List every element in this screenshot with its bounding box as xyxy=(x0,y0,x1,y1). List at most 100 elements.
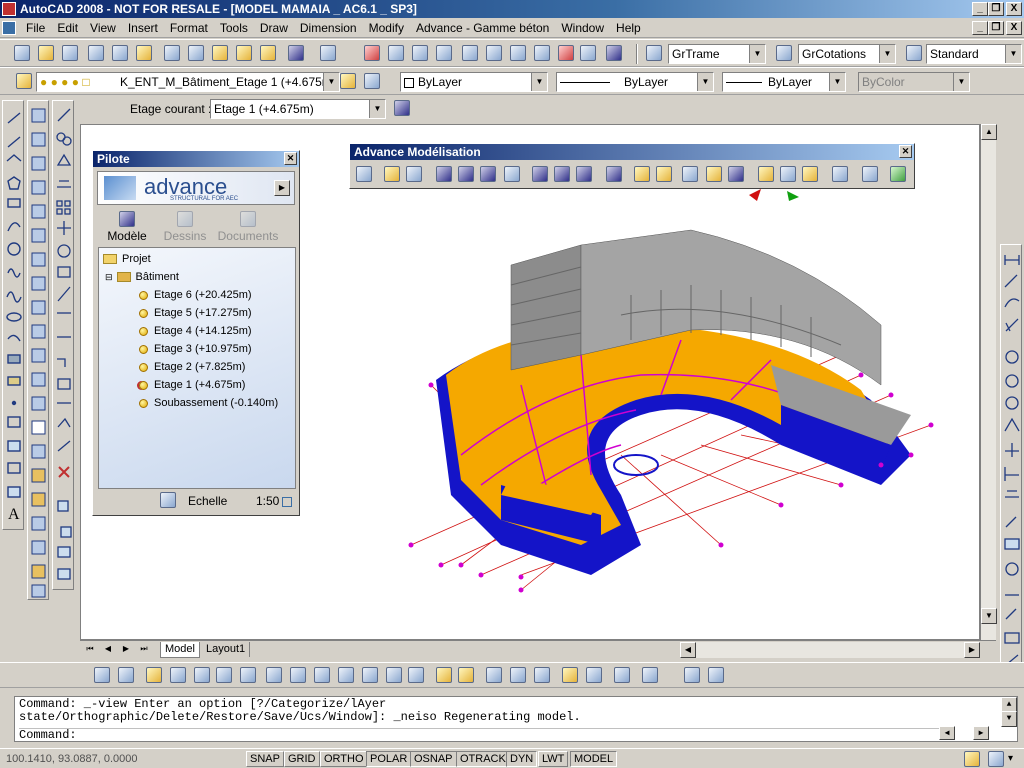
new-icon[interactable] xyxy=(14,45,30,61)
publish-icon[interactable] xyxy=(136,45,152,61)
layer-tool-icon[interactable] xyxy=(562,667,578,683)
chevron-down-icon[interactable]: ▼ xyxy=(323,73,339,91)
tree-node-batiment[interactable]: ⊟ Bâtiment xyxy=(105,270,179,284)
perpendicular-icon[interactable] xyxy=(314,667,330,683)
chevron-down-icon[interactable]: ▼ xyxy=(879,45,895,63)
doc-minimize-button[interactable]: _ xyxy=(972,21,988,35)
tree-node-etage-5[interactable]: Etage 5 (+17.275m) xyxy=(139,306,252,320)
chevron-down-icon[interactable]: ▼ xyxy=(369,100,385,118)
adv-footing-icon[interactable] xyxy=(554,166,570,182)
parallel-icon[interactable] xyxy=(338,667,354,683)
menu-tools[interactable]: Tools xyxy=(214,18,254,38)
distance-icon[interactable] xyxy=(586,667,602,683)
adv-floor-copy-icon[interactable] xyxy=(758,166,774,182)
tangent-icon[interactable] xyxy=(290,667,306,683)
menu-edit[interactable]: Edit xyxy=(51,18,84,38)
region-icon[interactable] xyxy=(614,667,630,683)
chevron-down-icon[interactable]: ▼ xyxy=(829,73,845,91)
adv-wall-icon[interactable] xyxy=(504,166,520,182)
text-style-icon[interactable] xyxy=(646,45,662,61)
collapse-icon[interactable]: ⊟ xyxy=(105,272,113,282)
zoom-snap-icon[interactable] xyxy=(486,667,502,683)
tab-documents[interactable]: Documents xyxy=(217,211,279,243)
model-toggle[interactable]: MODEL xyxy=(570,751,618,767)
menu-help[interactable]: Help xyxy=(610,18,647,38)
list-icon[interactable] xyxy=(642,667,658,683)
adv-slab-icon[interactable] xyxy=(458,166,474,182)
chevron-down-icon[interactable]: ▼ xyxy=(697,73,713,91)
plot-preview-icon[interactable] xyxy=(112,45,128,61)
first-tab-icon[interactable]: ⏮ xyxy=(82,642,98,658)
layer-manager-icon[interactable] xyxy=(16,73,32,89)
pan-icon[interactable] xyxy=(364,45,380,61)
scale-value[interactable]: 1:50 xyxy=(256,494,279,508)
plot-icon[interactable] xyxy=(88,45,104,61)
color-select[interactable]: ByLayer ▼ xyxy=(400,72,548,92)
center-snap-icon[interactable] xyxy=(240,667,256,683)
adv-opening-icon[interactable] xyxy=(606,166,622,182)
viewport-icon[interactable] xyxy=(94,667,110,683)
last-tab-icon[interactable]: ⏭ xyxy=(136,642,152,658)
adv-tool-icon[interactable] xyxy=(728,166,744,182)
quadrant-icon[interactable] xyxy=(266,667,282,683)
chevron-right-icon[interactable]: ▶ xyxy=(274,180,290,196)
etage-select[interactable]: Etage 1 (+4.675m) ▼ xyxy=(210,99,386,119)
tab-model[interactable]: Model xyxy=(160,642,200,658)
text-style-select[interactable]: GrTrame ▼ xyxy=(668,44,766,64)
adv-check-icon[interactable] xyxy=(890,166,906,182)
project-tree[interactable]: Projet ⊟ Bâtiment Etage 6 (+20.425m) Etag… xyxy=(98,247,296,489)
adv-text-icon[interactable] xyxy=(406,166,422,182)
page-icon[interactable] xyxy=(118,667,134,683)
tree-node-projet[interactable]: Projet xyxy=(103,252,151,266)
close-icon[interactable]: ✕ xyxy=(284,152,297,165)
adv-grid-icon[interactable] xyxy=(436,166,452,182)
tree-node-etage-2[interactable]: Etage 2 (+7.825m) xyxy=(139,360,245,374)
tree-node-etage-1[interactable]: Etage 1 (+4.675m) xyxy=(139,378,245,392)
tab-modele[interactable]: Modèle xyxy=(105,211,149,243)
maximize-button[interactable]: ❐ xyxy=(988,2,1004,16)
adv-open-icon[interactable] xyxy=(384,166,400,182)
scale-resize-icon[interactable] xyxy=(282,497,292,507)
adv-properties-icon[interactable] xyxy=(356,166,372,182)
save-icon[interactable] xyxy=(62,45,78,61)
node-snap-icon[interactable] xyxy=(386,667,402,683)
properties-icon[interactable] xyxy=(462,45,478,61)
minimize-button[interactable]: _ xyxy=(972,2,988,16)
calculator-icon[interactable] xyxy=(580,45,596,61)
menu-insert[interactable]: Insert xyxy=(122,18,164,38)
tree-node-etage-3[interactable]: Etage 3 (+10.975m) xyxy=(139,342,252,356)
osnap-toggle[interactable]: OSNAP xyxy=(410,751,457,767)
command-window[interactable]: Command: _-view Enter an option [?/Categ… xyxy=(14,696,1018,742)
communication-center-icon[interactable] xyxy=(964,751,980,767)
menu-window[interactable]: Window xyxy=(555,18,610,38)
ortho-toggle[interactable]: ORTHO xyxy=(320,751,368,767)
doc-restore-button[interactable]: ❐ xyxy=(988,21,1004,35)
nearest-icon[interactable] xyxy=(408,667,424,683)
insert-snap-icon[interactable] xyxy=(362,667,378,683)
close-icon[interactable]: ✕ xyxy=(899,145,912,158)
zoom-realtime-icon[interactable] xyxy=(388,45,404,61)
tab-layout1[interactable]: Layout1 xyxy=(202,642,251,657)
copy-icon[interactable] xyxy=(188,45,204,61)
adv-column-icon[interactable] xyxy=(532,166,548,182)
menu-format[interactable]: Format xyxy=(164,18,214,38)
zoom-window-icon[interactable] xyxy=(412,45,428,61)
midpoint-icon[interactable] xyxy=(194,667,210,683)
sheet-set-icon[interactable] xyxy=(534,45,550,61)
pilote-title[interactable]: Pilote ✕ xyxy=(93,151,299,167)
table-style-icon[interactable] xyxy=(906,45,922,61)
menu-draw[interactable]: Draw xyxy=(254,18,294,38)
layer-select[interactable]: ● ● ● ● □ K_ENT_M_Bâtiment_Etage 1 (+4.67… xyxy=(36,72,340,92)
doc-close-button[interactable]: X xyxy=(1006,21,1022,35)
endpoint-icon[interactable] xyxy=(170,667,186,683)
advance-toolbar-title[interactable]: Advance Modélisation ✕ xyxy=(350,144,914,160)
grid-toggle[interactable]: GRID xyxy=(284,751,320,767)
intersection-icon[interactable] xyxy=(216,667,232,683)
command-prompt[interactable]: Command: xyxy=(19,728,939,742)
tree-node-etage-4[interactable]: Etage 4 (+14.125m) xyxy=(139,324,252,338)
cmd-scroll-left-icon[interactable]: ◀ xyxy=(939,726,955,740)
vertical-scrollbar[interactable]: ▲ ▼ xyxy=(980,124,997,640)
make-current-layer-icon[interactable] xyxy=(340,73,356,89)
design-center-icon[interactable] xyxy=(486,45,502,61)
adv-levels-icon[interactable] xyxy=(802,166,818,182)
